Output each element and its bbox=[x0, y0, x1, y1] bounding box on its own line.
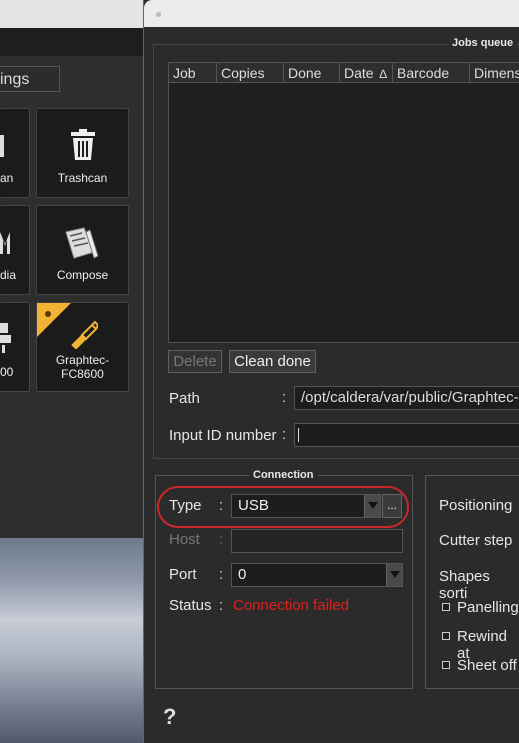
tile-scan[interactable]: an bbox=[0, 108, 30, 198]
connection-title: Connection bbox=[249, 469, 318, 481]
jobs-queue-title: Jobs queue bbox=[449, 37, 517, 49]
column-header-date[interactable]: Date ∆ bbox=[340, 63, 393, 83]
tile-label: 00 bbox=[0, 365, 14, 379]
column-header-date-label: Date bbox=[344, 65, 374, 81]
port-label: Port bbox=[169, 566, 197, 583]
column-header-barcode[interactable]: Barcode bbox=[393, 63, 470, 83]
tile-label: an bbox=[0, 171, 14, 185]
help-button[interactable]: ? bbox=[163, 704, 176, 730]
status-colon: : bbox=[219, 597, 224, 614]
clean-done-button[interactable]: Clean done bbox=[229, 350, 316, 373]
path-colon: : bbox=[282, 389, 287, 406]
tile-graphtec-fc8600[interactable]: Graphtec- FC8600 bbox=[36, 302, 129, 392]
window-control-icon[interactable] bbox=[156, 12, 161, 17]
scan-icon bbox=[0, 133, 29, 164]
positioning-label: Positioning bbox=[439, 497, 513, 514]
tile-label: Trashcan bbox=[57, 171, 108, 185]
host-field[interactable] bbox=[231, 529, 403, 553]
shapes-sorting-label: Shapes sorti bbox=[439, 568, 490, 602]
rewind-checkbox[interactable] bbox=[442, 632, 450, 640]
path-label: Path bbox=[169, 390, 200, 407]
tile-trashcan[interactable]: Trashcan bbox=[36, 108, 129, 198]
cutter-knife-icon bbox=[37, 319, 128, 354]
printer-icon bbox=[0, 321, 29, 360]
compose-icon bbox=[37, 226, 128, 265]
media-icon bbox=[0, 230, 29, 261]
delete-button[interactable]: Delete bbox=[168, 350, 222, 373]
sheet-off-checkbox[interactable] bbox=[442, 661, 450, 669]
host-label: Host bbox=[169, 531, 200, 548]
sort-indicator-icon: ∆ bbox=[379, 67, 387, 81]
panelling-checkbox[interactable] bbox=[442, 603, 450, 611]
background-photo bbox=[0, 538, 145, 743]
tile-compose[interactable]: Compose bbox=[36, 205, 129, 295]
chevron-down-icon[interactable] bbox=[386, 564, 402, 586]
status-label: Status bbox=[169, 597, 212, 614]
input-id-field[interactable] bbox=[294, 423, 519, 447]
sheet-off-label: Sheet off bbox=[457, 657, 517, 674]
host-colon: : bbox=[219, 531, 224, 548]
tile-printer[interactable]: 00 bbox=[0, 302, 30, 392]
cutter-step-label: Cutter step bbox=[439, 532, 513, 549]
status-value: Connection failed bbox=[233, 597, 349, 614]
input-id-label: Input ID number bbox=[169, 427, 277, 444]
panelling-label: Panelling bbox=[457, 599, 519, 616]
column-header-dimensions[interactable]: Dimens bbox=[470, 63, 519, 83]
path-field[interactable]: /opt/caldera/var/public/Graphtec-F bbox=[294, 386, 519, 410]
tile-label: Compose bbox=[56, 268, 109, 282]
port-select-value: 0 bbox=[238, 566, 247, 583]
trashcan-icon bbox=[37, 129, 128, 166]
left-panel-header bbox=[0, 28, 145, 56]
column-header-done[interactable]: Done bbox=[284, 63, 340, 83]
text-cursor-icon bbox=[298, 428, 299, 442]
settings-button[interactable]: ings bbox=[0, 66, 60, 92]
tile-media[interactable]: dia bbox=[0, 205, 30, 295]
input-id-colon: : bbox=[282, 426, 287, 443]
printer-settings-dialog: Jobs queue Job Copies Done Date ∆ Barcod… bbox=[143, 0, 519, 743]
column-header-copies[interactable]: Copies bbox=[217, 63, 284, 83]
tile-label: dia bbox=[0, 268, 17, 282]
type-highlight-annotation bbox=[157, 486, 409, 528]
jobs-table[interactable]: Job Copies Done Date ∆ Barcode Dimens bbox=[168, 62, 519, 343]
port-select[interactable]: 0 bbox=[231, 563, 403, 587]
status-dot-icon bbox=[45, 311, 51, 317]
column-header-job[interactable]: Job bbox=[169, 63, 217, 83]
tile-label: Graphtec- FC8600 bbox=[55, 353, 110, 381]
port-colon: : bbox=[219, 566, 224, 583]
dialog-titlebar[interactable] bbox=[144, 0, 519, 27]
background-window-titlebar bbox=[0, 0, 145, 28]
